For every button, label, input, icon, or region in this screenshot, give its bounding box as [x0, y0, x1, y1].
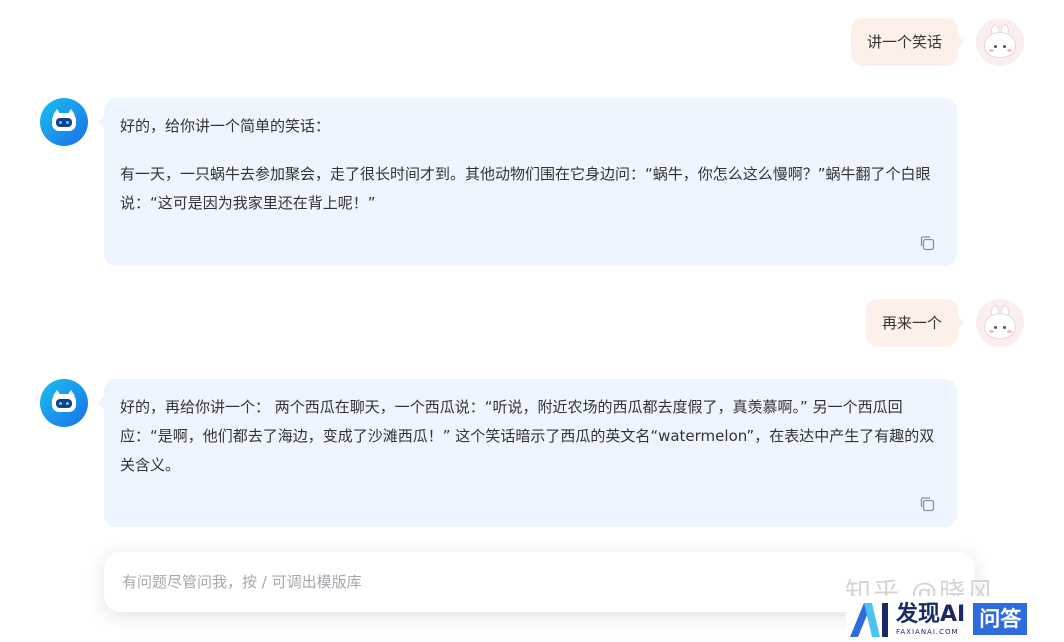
- faxianai-domain: FAXIANAI.COM: [896, 627, 959, 636]
- bot-message-body: 好的，再给你讲一个： 两个西瓜在聊天，一个西瓜说：“听说，附近农场的西瓜都去度假…: [120, 398, 935, 474]
- user-message-row-2: 再来一个: [865, 299, 1024, 347]
- user-message-text: 讲一个笑话: [866, 33, 942, 51]
- bot-message-intro: 好的，给你讲一个简单的笑话：: [120, 117, 331, 135]
- faxianai-brand: 发现AI: [896, 601, 966, 627]
- user-message-bubble: 讲一个笑话: [850, 18, 966, 66]
- chat-input[interactable]: [122, 573, 957, 591]
- copy-icon[interactable]: [919, 232, 935, 251]
- bot-message-bubble-2: 好的，再给你讲一个： 两个西瓜在聊天，一个西瓜说：“听说，附近农场的西瓜都去度假…: [97, 379, 957, 527]
- user-message-row-1: 讲一个笑话: [850, 18, 1024, 66]
- qa-badge: 问答: [973, 603, 1028, 635]
- bot-message-body: 有一天，一只蜗牛去参加聚会，走了很长时间才到。其他动物们围在它身边问：“蜗牛，你…: [120, 165, 931, 212]
- faxianai-logo-icon: [850, 603, 888, 637]
- user-message-bubble: 再来一个: [865, 299, 966, 347]
- bot-message-bubble-1: 好的，给你讲一个简单的笑话： 有一天，一只蜗牛去参加聚会，走了很长时间才到。其他…: [97, 98, 957, 266]
- bunny-avatar-icon: [976, 18, 1024, 66]
- user-message-text: 再来一个: [881, 314, 942, 332]
- robot-avatar-icon: [40, 379, 88, 427]
- faxianai-logo: 发现AI FAXIANAI.COM 问答: [846, 596, 1064, 642]
- bunny-avatar-icon: [976, 299, 1024, 347]
- robot-avatar-icon: [40, 98, 88, 146]
- copy-icon[interactable]: [919, 493, 935, 512]
